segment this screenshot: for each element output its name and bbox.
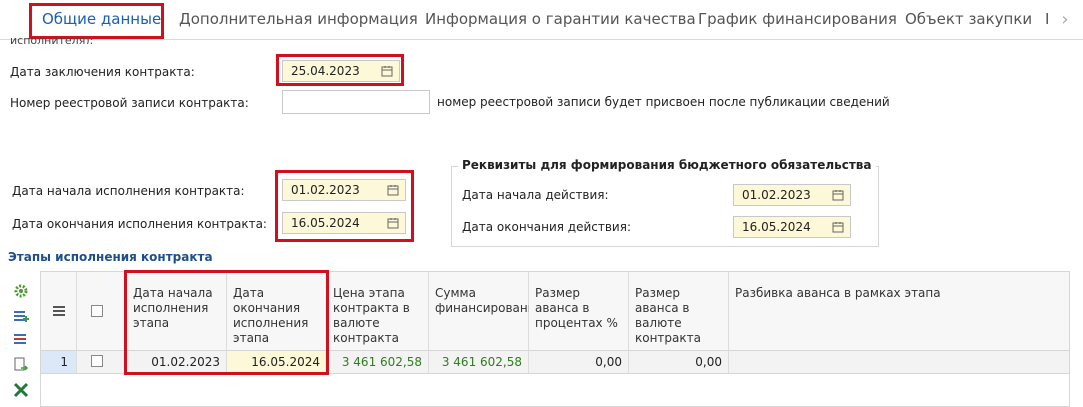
end-date-label: Дата окончания исполнения контракта: (12, 217, 267, 231)
select-all-header[interactable] (77, 272, 127, 350)
highlight-stage-dates (124, 270, 329, 375)
tab-quality-guarantee[interactable]: Информация о гарантии качества (425, 10, 696, 28)
row-menu-header[interactable] (41, 272, 77, 350)
budget-group-title: Реквизиты для формирования бюджетного об… (458, 158, 876, 172)
delete-row-icon[interactable] (12, 331, 30, 349)
row-checkbox-cell[interactable] (77, 351, 127, 373)
budget-end-label: Дата окончания действия: (462, 220, 631, 234)
row-checkbox[interactable] (91, 355, 103, 367)
budget-end-field[interactable]: 16.05.2024 (733, 216, 851, 238)
budget-start-field[interactable]: 01.02.2023 (733, 184, 851, 206)
tab-overflow[interactable]: I (1045, 10, 1049, 28)
calendar-icon[interactable] (832, 221, 844, 233)
budget-start-label: Дата начала действия: (462, 188, 609, 202)
col-advance-percent[interactable]: Размер аванса в процентах % (529, 272, 629, 350)
tab-financing-schedule[interactable]: График финансирования (698, 10, 897, 28)
tab-scroll-right-icon[interactable]: › (1055, 6, 1075, 34)
select-all-checkbox[interactable] (91, 305, 103, 317)
highlight-contract-date (276, 54, 404, 86)
cell-advance-percent[interactable]: 0,00 (529, 351, 629, 373)
cell-advance-sum[interactable]: 0,00 (629, 351, 729, 373)
budget-end-value: 16.05.2024 (742, 220, 811, 234)
stages-title: Этапы исполнения контракта (8, 250, 213, 264)
calendar-icon[interactable] (832, 189, 844, 201)
budget-start-value: 01.02.2023 (742, 188, 811, 202)
col-financing[interactable]: Сумма финансирования (429, 272, 543, 350)
start-date-label: Дата начала исполнения контракта: (12, 184, 245, 198)
tab-additional-info[interactable]: Дополнительная информация (179, 10, 418, 28)
tab-procurement-object[interactable]: Объект закупки (905, 10, 1032, 28)
registry-number-field[interactable] (282, 90, 430, 114)
cell-financing[interactable]: 3 461 602,58 (429, 351, 529, 373)
col-stage-price[interactable]: Цена этапа контракта в валюте контракта (327, 272, 429, 350)
registry-label: Номер реестровой записи контракта: (10, 96, 249, 110)
col-advance-sum[interactable]: Размер аванса в валюте контракта (629, 272, 729, 350)
cell-stage-price[interactable]: 3 461 602,58 (327, 351, 429, 373)
add-row-icon[interactable] (12, 308, 30, 326)
settings-icon[interactable] (12, 282, 30, 300)
cell-advance-breakdown[interactable] (729, 351, 1069, 373)
contract-date-label: Дата заключения контракта: (10, 65, 195, 79)
menu-lines-icon[interactable] (53, 306, 65, 316)
truncated-label: исполнителя): (10, 34, 94, 44)
row-number: 1 (41, 351, 77, 373)
registry-note: номер реестровой записи будет присвоен п… (437, 95, 890, 109)
col-advance-breakdown[interactable]: Разбивка аванса в рамках этапа (729, 272, 1069, 350)
highlight-contract-dates (275, 170, 414, 242)
excel-icon[interactable] (12, 381, 30, 399)
import-icon[interactable] (12, 356, 30, 374)
